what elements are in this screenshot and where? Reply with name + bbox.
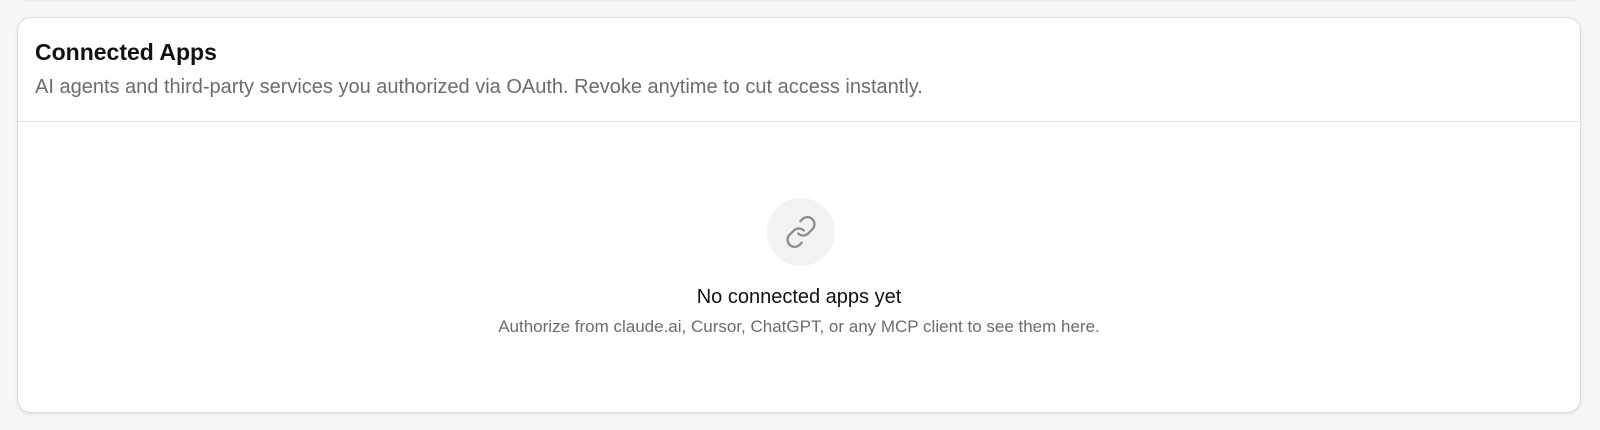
empty-state: No connected apps yet Authorize from cla… bbox=[18, 122, 1580, 412]
empty-state-description: Authorize from claude.ai, Cursor, ChatGP… bbox=[498, 317, 1100, 336]
section-title: Connected Apps bbox=[35, 39, 217, 65]
link-icon bbox=[786, 216, 816, 248]
empty-state-icon-circle bbox=[767, 198, 835, 266]
connected-apps-card: Connected Apps AI agents and third-party… bbox=[17, 17, 1581, 413]
card-header: Connected Apps AI agents and third-party… bbox=[18, 18, 1580, 122]
empty-state-title: No connected apps yet bbox=[696, 286, 902, 308]
section-subtitle: AI agents and third-party services you a… bbox=[35, 76, 923, 98]
